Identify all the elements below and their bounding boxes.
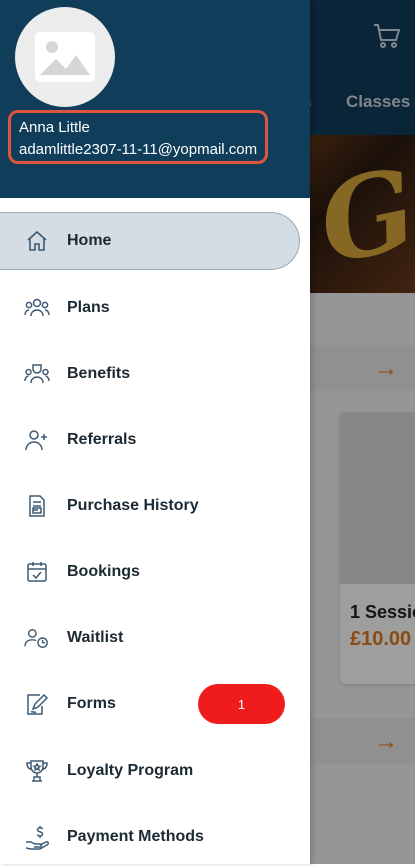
menu-label: Waitlist [67,629,124,646]
menu-label: Benefits [67,365,131,382]
menu-label: Plans [67,299,110,316]
image-placeholder-icon [35,32,95,82]
calendar-check-icon [24,559,50,585]
menu-label: Forms [67,695,116,712]
menu-item-payment-methods[interactable]: Payment Methods [0,808,300,866]
avatar[interactable] [15,7,115,107]
menu-label: Loyalty Program [67,762,194,779]
home-icon [24,228,50,254]
group-icon [24,295,50,321]
navigation-drawer: Anna Little adamlittle2307-11-11@yopmail… [0,0,310,864]
menu-label: Referrals [67,431,137,448]
profile-info[interactable]: Anna Little adamlittle2307-11-11@yopmail… [8,110,268,164]
benefits-icon [24,361,50,387]
user-email: adamlittle2307-11-11@yopmail.com [19,141,258,158]
menu-item-loyalty-program[interactable]: Loyalty Program [0,742,300,800]
menu-label: Payment Methods [67,828,204,845]
user-name: Anna Little [19,119,90,136]
drawer-header: Anna Little adamlittle2307-11-11@yopmail… [0,0,310,198]
menu-item-bookings[interactable]: Bookings [0,543,300,601]
receipt-icon [24,493,50,519]
forms-count-badge: 1 [198,684,285,724]
menu-item-plans[interactable]: Plans [0,279,300,337]
trophy-icon [24,758,50,784]
payment-hand-icon [24,824,50,850]
add-user-icon [24,427,50,453]
menu-item-benefits[interactable]: Benefits [0,345,300,403]
menu-item-purchase-history[interactable]: Purchase History [0,477,300,535]
menu-item-referrals[interactable]: Referrals [0,411,300,469]
menu-label: Home [67,232,112,249]
menu-item-home[interactable]: Home [0,212,300,270]
menu-label: Bookings [67,563,140,580]
menu-item-waitlist[interactable]: Waitlist [0,609,300,667]
user-clock-icon [24,625,50,651]
menu-label: Purchase History [67,497,199,514]
form-edit-icon [24,691,50,717]
menu-item-forms[interactable]: Forms 1 [0,675,300,733]
